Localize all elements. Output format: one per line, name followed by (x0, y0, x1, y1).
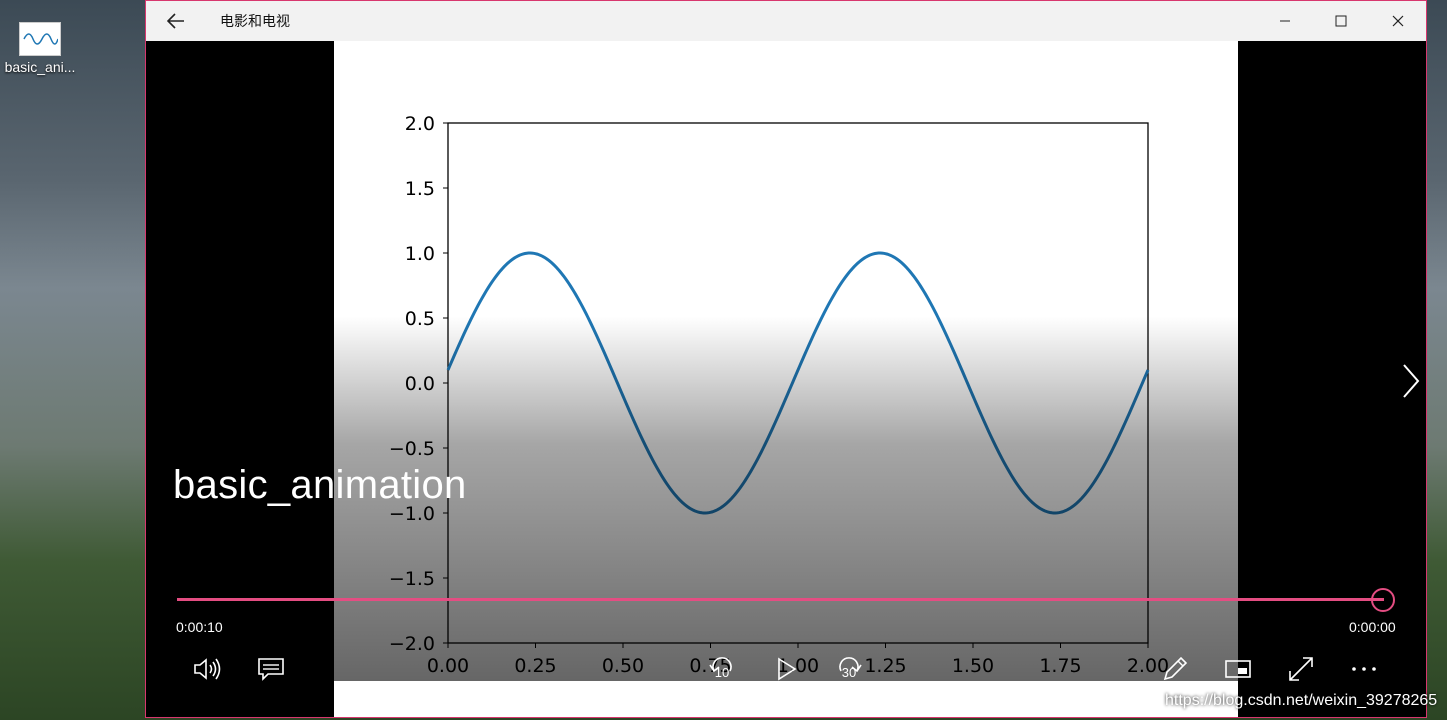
close-button[interactable] (1369, 1, 1426, 41)
video-title: basic_animation (173, 463, 467, 507)
play-icon (778, 657, 797, 681)
video-frame: 0.00 0.25 0.50 0.75 1.00 1.25 1.50 1.75 2.00 2.0 1… (334, 41, 1238, 717)
sine-plot: 0.00 0.25 0.50 0.75 1.00 1.25 1.50 1.75 2.002.01… (389, 113, 1169, 677)
y-tick-label: −0.5 (389, 438, 435, 460)
watermark: https://blog.csdn.net/weixin_39278265 (1165, 692, 1438, 709)
subtitles-button[interactable] (251, 649, 291, 689)
title-bar: 电影和电视 (146, 1, 1426, 41)
back-arrow-icon (167, 13, 184, 29)
minimize-icon (1279, 20, 1290, 22)
minimize-button[interactable] (1256, 1, 1313, 41)
y-tick-label: 1.5 (405, 178, 435, 200)
fullscreen-button[interactable] (1281, 649, 1321, 689)
plot-frame (447, 122, 1149, 644)
time-remaining: 0:00:00 (1349, 619, 1396, 635)
x-tick-label: 0.25 (514, 655, 556, 677)
more-options-button[interactable] (1344, 649, 1384, 689)
pencil-icon (1163, 656, 1188, 681)
next-video-button[interactable] (1394, 361, 1424, 401)
y-tick-label: −1.5 (389, 568, 435, 590)
skip-forward-button[interactable]: 30 (829, 649, 869, 689)
more-options-icon (1352, 667, 1376, 671)
y-tick-label: 0.5 (405, 308, 435, 330)
mini-view-button[interactable] (1218, 649, 1258, 689)
back-button[interactable] (146, 1, 206, 41)
y-tick-label: 0.0 (405, 373, 435, 395)
subtitles-icon (258, 658, 284, 681)
y-tick-label: 1.0 (405, 243, 435, 265)
volume-button[interactable] (187, 649, 227, 689)
play-button[interactable] (766, 649, 806, 689)
desktop-file-icon[interactable]: basic_ani... (0, 22, 80, 75)
x-tick-label: 0.00 (427, 655, 469, 677)
maximize-icon (1335, 15, 1346, 27)
x-tick-label: 1.25 (864, 655, 906, 677)
y-tick-label: 2.0 (405, 113, 435, 135)
fullscreen-icon (1289, 657, 1313, 681)
chevron-right-icon (1403, 364, 1420, 398)
movies-and-tv-window: 0.00 0.25 0.50 0.75 1.00 1.25 1.50 1.75 2.00 2.0 1… (145, 0, 1427, 718)
x-tick-label: 1.50 (952, 655, 994, 677)
x-tick-label: 0.50 (602, 655, 644, 677)
series-line (446, 251, 1150, 515)
mini-view-icon (1225, 660, 1251, 678)
progress-thumb[interactable] (1371, 588, 1395, 612)
app-title: 电影和电视 (220, 13, 290, 29)
y-tick-label: −2.0 (389, 633, 435, 655)
progress-bar[interactable] (177, 598, 1384, 601)
x-tick-label: 1.75 (1039, 655, 1081, 677)
video-file-thumbnail (19, 22, 61, 56)
speaker-icon (194, 658, 221, 680)
skip-back-label: 10 (714, 665, 730, 680)
edit-button[interactable] (1155, 649, 1195, 689)
skip-back-button[interactable]: 10 (702, 649, 742, 689)
skip-forward-label: 30 (841, 665, 857, 680)
close-icon (1392, 15, 1403, 27)
time-elapsed: 0:00:10 (176, 619, 223, 635)
maximize-button[interactable] (1312, 1, 1369, 41)
desktop-file-label: basic_ani... (4, 59, 76, 75)
